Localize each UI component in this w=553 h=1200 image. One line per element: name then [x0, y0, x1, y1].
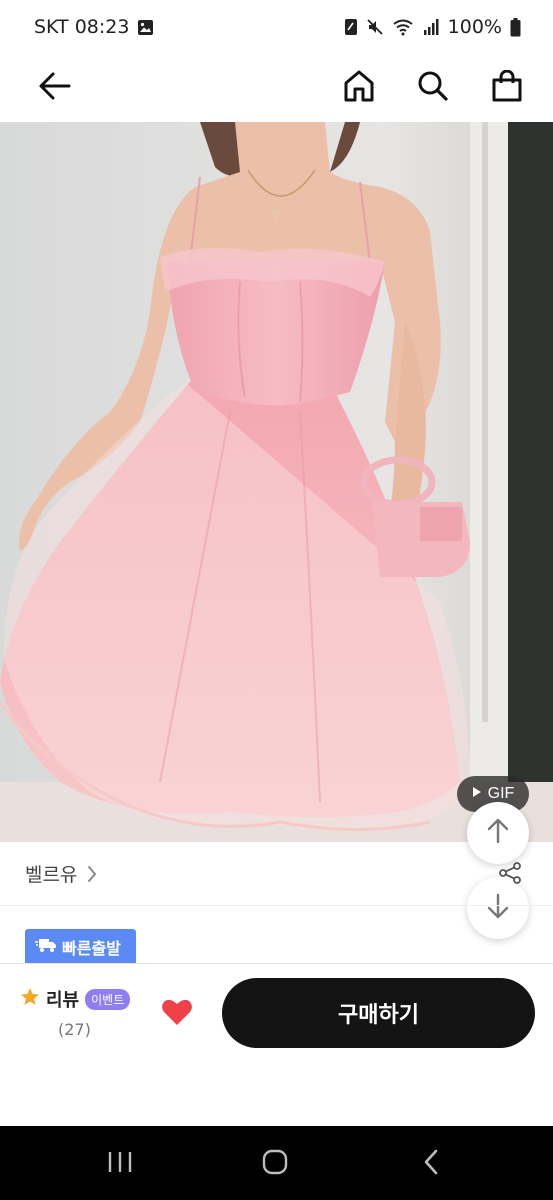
- shopping-bag-icon: [492, 69, 522, 106]
- truck-icon: [35, 937, 57, 957]
- nfc-icon: [344, 18, 358, 36]
- fast-delivery-badge: 빠른출발: [25, 929, 136, 965]
- search-button[interactable]: [407, 62, 459, 114]
- wifi-icon: [392, 18, 414, 36]
- search-icon: [417, 70, 449, 106]
- home-system-button[interactable]: [245, 1144, 305, 1184]
- buy-button[interactable]: 구매하기: [222, 978, 535, 1048]
- status-bar: SKT 08:23 100%: [0, 0, 553, 54]
- gif-label: GIF: [487, 785, 515, 802]
- mute-icon: [366, 18, 384, 36]
- top-navigation-bar: [0, 54, 553, 122]
- home-button[interactable]: [333, 62, 385, 114]
- delivery-label: 빠른출발: [62, 939, 121, 958]
- brand-row[interactable]: 벨르유: [0, 842, 553, 906]
- image-icon: [137, 19, 154, 36]
- purchase-bar: 리뷰 이벤트 (27) 구매하기: [0, 963, 553, 1125]
- back-chevron-icon: [423, 1149, 439, 1179]
- back-system-button[interactable]: [401, 1144, 461, 1184]
- carrier-time: SKT 08:23: [34, 16, 130, 38]
- chevron-right-icon: [87, 865, 97, 883]
- recent-apps-icon: [107, 1151, 133, 1177]
- star-icon: [20, 987, 40, 1011]
- product-image[interactable]: [0, 122, 553, 842]
- home-circle-icon: [262, 1149, 288, 1179]
- back-arrow-icon: [39, 72, 71, 104]
- review-count: (27): [58, 1020, 91, 1039]
- recent-apps-button[interactable]: [90, 1144, 150, 1184]
- event-badge: 이벤트: [85, 988, 131, 1010]
- system-navigation-bar: [0, 1126, 553, 1200]
- review-label: 리뷰: [46, 990, 80, 1011]
- battery-icon: [510, 17, 521, 37]
- share-button[interactable]: [493, 858, 527, 892]
- back-button[interactable]: [29, 62, 81, 114]
- cart-button[interactable]: [481, 62, 533, 114]
- share-icon: [498, 861, 522, 889]
- brand-name[interactable]: 벨르유: [25, 860, 77, 887]
- signal-icon: [422, 18, 440, 36]
- heart-icon: [161, 998, 193, 1030]
- review-summary[interactable]: 리뷰 이벤트 (27): [20, 986, 140, 1039]
- battery-percent: 100%: [447, 16, 502, 38]
- wishlist-button[interactable]: [158, 996, 196, 1032]
- play-icon: [472, 785, 482, 803]
- home-icon: [343, 70, 375, 106]
